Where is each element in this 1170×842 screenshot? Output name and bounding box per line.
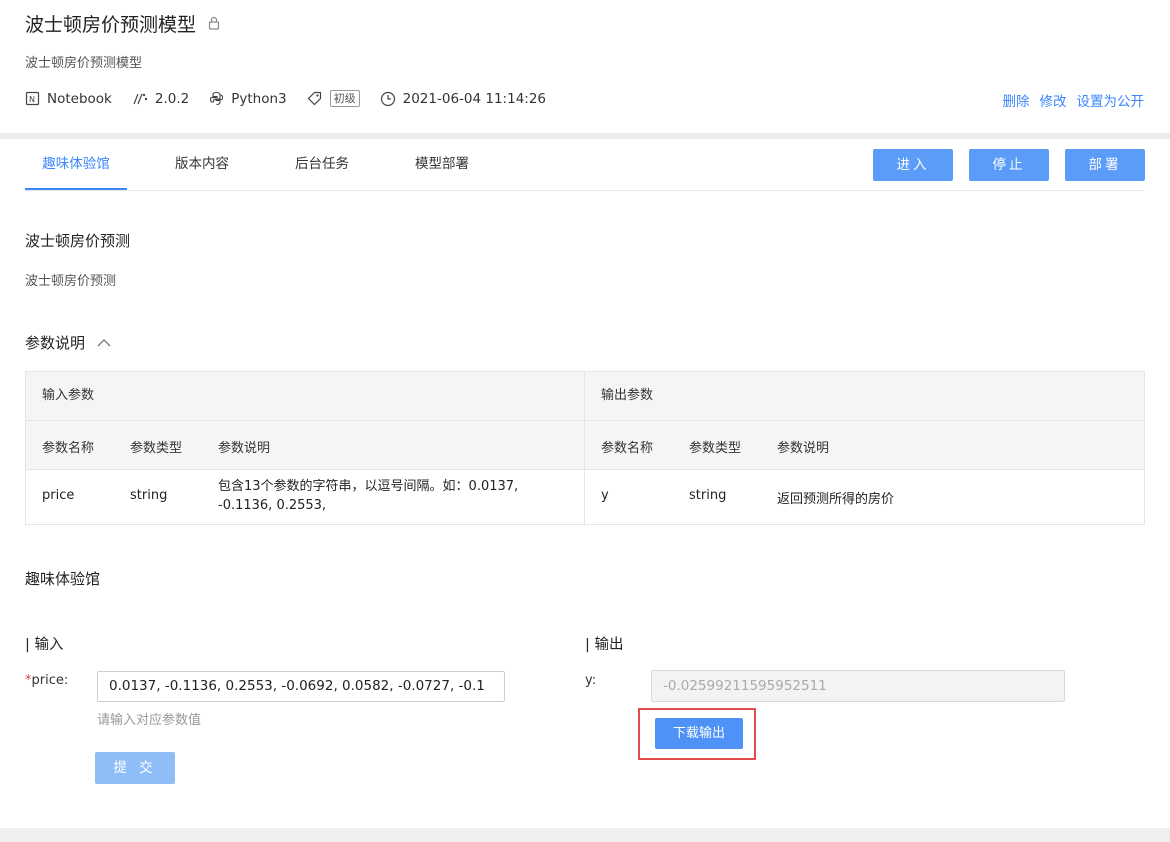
col-header-desc: 参数说明 (777, 441, 830, 456)
intro-heading: 波士顿房价预测 (25, 232, 131, 250)
submit-button[interactable]: 提 交 (95, 752, 175, 784)
edit-link[interactable]: 修改 (1040, 90, 1067, 110)
enter-button[interactable]: 进入 (873, 149, 953, 181)
title-row: 波士顿房价预测模型 (25, 10, 220, 37)
input-section-title: | 输入 (25, 637, 64, 653)
meta-version: 2.0.2 (132, 91, 189, 107)
output-params-title: 输出参数 (585, 372, 1144, 421)
notebook-icon: N (25, 91, 40, 106)
param-type: string (689, 488, 727, 503)
col-header-type: 参数类型 (689, 441, 742, 456)
meta-datetime: 2021-06-04 11:14:26 (380, 91, 546, 107)
output-params-column: 输出参数 参数名称 参数类型 参数说明 y string 返回预测所得的房价 (585, 372, 1144, 524)
col-header-type: 参数类型 (130, 441, 183, 456)
intro-description: 波士顿房价预测 (25, 274, 117, 289)
col-header-name: 参数名称 (601, 441, 654, 456)
params-heading-row[interactable]: 参数说明 (25, 332, 111, 353)
lock-icon (208, 15, 220, 34)
table-row: y string 返回预测所得的房价 (585, 470, 1144, 524)
meta-type-label: Notebook (47, 90, 112, 107)
level-badge: 初级 (329, 90, 360, 107)
col-header-desc: 参数说明 (218, 441, 271, 456)
input-params-title: 输入参数 (26, 372, 584, 421)
price-label-text: price: (31, 673, 69, 688)
table-row: price string 包含13个参数的字符串，以逗号间隔。如：0.0137,… (26, 470, 584, 524)
meta-version-label: 2.0.2 (154, 90, 190, 107)
footer-band (0, 828, 1170, 842)
meta-type: N Notebook (25, 91, 112, 107)
meta-level: 初级 (307, 90, 360, 107)
tab-model-deploy[interactable]: 模型部署 (415, 140, 469, 190)
delete-link[interactable]: 删除 (1003, 90, 1030, 110)
page-subtitle: 波士顿房价预测模型 (25, 56, 143, 71)
params-heading: 参数说明 (25, 334, 86, 352)
output-section-title: | 输出 (585, 637, 624, 653)
model-detail-page: 波士顿房价预测模型 波士顿房价预测模型 N Notebook 2.0.2 Pyt… (0, 0, 1170, 842)
meta-row: N Notebook 2.0.2 Python3 初级 2021-06-04 1… (25, 90, 566, 107)
stop-button[interactable]: 停止 (969, 149, 1049, 181)
price-label: *price: (25, 673, 68, 688)
deploy-button[interactable]: 部署 (1065, 149, 1145, 181)
svg-text:N: N (29, 95, 35, 104)
param-desc: 返回预测所得的房价 (777, 492, 895, 507)
download-output-button[interactable]: 下载输出 (655, 718, 743, 749)
meta-language: Python3 (209, 90, 287, 107)
param-name: y (601, 488, 609, 503)
param-desc: 包含13个参数的字符串，以逗号间隔。如：0.0137, -0.1136, 0.2… (218, 479, 519, 513)
output-params-header-row: 参数名称 参数类型 参数说明 (585, 421, 1144, 470)
price-input-hint: 请输入对应参数值 (97, 713, 202, 728)
header-actions: 删除 修改 设置为公开 (993, 90, 1145, 110)
meta-datetime-label: 2021-06-04 11:14:26 (402, 90, 547, 107)
clock-icon (380, 91, 395, 106)
param-type: string (130, 488, 168, 503)
page-title: 波士顿房价预测模型 (25, 14, 197, 36)
chevron-up-icon[interactable] (97, 338, 111, 347)
tab-playground[interactable]: 趣味体验馆 (25, 140, 127, 190)
tag-icon (307, 91, 321, 106)
y-label: y: (585, 673, 597, 688)
meta-language-label: Python3 (231, 90, 287, 107)
param-name: price (42, 488, 75, 503)
output-field: -0.02599211595952511 (651, 670, 1065, 702)
playground-heading: 趣味体验馆 (25, 570, 101, 588)
input-params-header-row: 参数名称 参数类型 参数说明 (26, 421, 584, 470)
tab-background-tasks[interactable]: 后台任务 (295, 140, 349, 190)
col-header-name: 参数名称 (42, 441, 95, 456)
price-input[interactable]: 0.0137, -0.1136, 0.2553, -0.0692, 0.0582… (97, 671, 505, 702)
version-icon (133, 93, 148, 105)
params-table: 输入参数 参数名称 参数类型 参数说明 price string 包含13个参数… (25, 371, 1145, 525)
make-public-link[interactable]: 设置为公开 (1077, 90, 1145, 110)
input-params-column: 输入参数 参数名称 参数类型 参数说明 price string 包含13个参数… (26, 372, 585, 524)
tab-version-content[interactable]: 版本内容 (175, 140, 229, 190)
header-divider (0, 133, 1170, 139)
python-icon (210, 91, 224, 106)
